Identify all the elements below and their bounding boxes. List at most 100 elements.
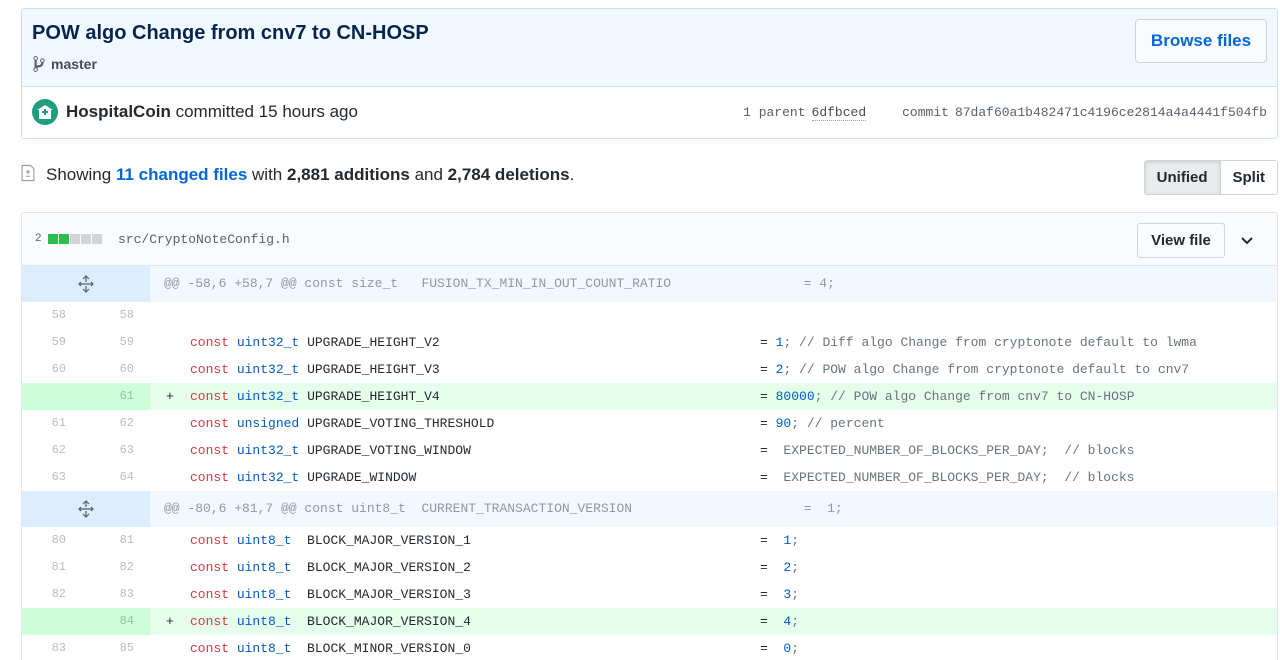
code-line: const uint32_t UPGRADE_HEIGHT_V3 = 2; // … — [150, 356, 1277, 383]
chevron-down-icon[interactable] — [1239, 232, 1255, 248]
code-line — [150, 302, 1277, 329]
code-keyword: const — [190, 335, 230, 350]
branch-name: master — [51, 56, 97, 72]
unfold-icon — [78, 275, 94, 293]
old-line-number[interactable]: 61 — [22, 410, 86, 437]
code-type: uint8_t — [236, 614, 292, 629]
code-identifier: BLOCK_MAJOR_VERSION_4 — [299, 614, 471, 629]
view-file-button[interactable]: View file — [1137, 223, 1225, 258]
code-comment: ; — [791, 641, 800, 656]
browse-files-button[interactable]: Browse files — [1135, 19, 1267, 63]
new-line-number[interactable]: 64 — [86, 464, 150, 491]
new-line-number[interactable]: 82 — [86, 554, 150, 581]
parent-sha-link[interactable]: 6dfbced — [811, 105, 867, 121]
code-identifier: UPGRADE_HEIGHT_V4 — [307, 389, 440, 404]
code-line: const uint8_t BLOCK_MAJOR_VERSION_1 = 1; — [150, 527, 1277, 554]
old-line-number[interactable]: 59 — [22, 329, 86, 356]
parent-label: 1 parent — [743, 105, 806, 120]
code-keyword: const — [190, 362, 230, 377]
author-link[interactable]: HospitalCoin — [66, 102, 171, 121]
context-line: 60 60 const uint32_t UPGRADE_HEIGHT_V3 = 2;… — [22, 356, 1277, 383]
code-assign: = EXPECTED_NUMBER_OF_BLOCKS_PER_DAY; // … — [760, 437, 1134, 464]
new-line-number[interactable]: 58 — [86, 302, 150, 329]
old-line-number[interactable] — [22, 608, 86, 635]
code-value: 0 — [775, 641, 792, 656]
file-path[interactable]: src/CryptoNoteConfig.h — [118, 232, 290, 247]
code-assign: = 4; — [760, 608, 799, 635]
code-identifier: UPGRADE_HEIGHT_V3 — [307, 362, 440, 377]
code-equals: = — [760, 470, 768, 485]
code-keyword: const — [190, 389, 230, 404]
old-line-number[interactable]: 80 — [22, 527, 86, 554]
commit-label: commit — [902, 105, 949, 120]
summary-and: and — [414, 165, 443, 184]
old-line-number[interactable]: 58 — [22, 302, 86, 329]
new-line-number[interactable]: 60 — [86, 356, 150, 383]
code-assign — [760, 302, 768, 329]
code-identifier: UPGRADE_HEIGHT_V2 — [307, 335, 440, 350]
old-line-number[interactable]: 60 — [22, 356, 86, 383]
new-line-number[interactable]: 81 — [86, 527, 150, 554]
commit-time: committed 15 hours ago — [175, 102, 358, 121]
code-assign: = 3; — [760, 581, 799, 608]
code-comment: ; // POW algo Change from cnv7 to CN-HOS… — [814, 389, 1135, 404]
code-equals: = — [760, 443, 768, 458]
new-line-number[interactable]: 85 — [86, 635, 150, 660]
summary-showing: Showing — [46, 165, 112, 184]
code-equals: = — [760, 614, 768, 629]
changed-files-link[interactable]: 11 changed files — [116, 165, 247, 184]
diff-summary-bar: Showing 11 changed files with 2,881 addi… — [21, 160, 1278, 195]
context-line: 63 64 const uint32_t UPGRADE_WINDOW = EXPEC… — [22, 464, 1277, 491]
expand-button[interactable] — [22, 491, 150, 527]
code-value: 90 — [775, 416, 792, 431]
context-line: 62 63 const uint32_t UPGRADE_VOTING_WINDOW… — [22, 437, 1277, 464]
old-line-number[interactable]: 62 — [22, 437, 86, 464]
code-keyword: const — [190, 641, 230, 656]
code-keyword: const — [190, 560, 230, 575]
context-line: 80 81 const uint8_t BLOCK_MAJOR_VERSION_1 =… — [22, 527, 1277, 554]
code-type: uint32_t — [236, 389, 300, 404]
added-line: 61 + const uint32_t UPGRADE_HEIGHT_V4 = 800… — [22, 383, 1277, 410]
old-line-number[interactable]: 83 — [22, 635, 86, 660]
split-button[interactable]: Split — [1220, 160, 1278, 195]
avatar[interactable] — [32, 99, 58, 125]
code-assign: = 90; // percent — [760, 410, 885, 437]
code-identifier: BLOCK_MINOR_VERSION_0 — [299, 641, 471, 656]
diff-summary-text: Showing 11 changed files with 2,881 addi… — [46, 165, 574, 185]
code-value: 80000 — [775, 389, 815, 404]
unified-button[interactable]: Unified — [1143, 160, 1221, 195]
deletions-count: 2,784 deletions — [447, 165, 570, 184]
new-line-number[interactable]: 59 — [86, 329, 150, 356]
git-branch-icon — [33, 56, 45, 72]
code-line: const uint32_t UPGRADE_VOTING_WINDOW = EX… — [150, 437, 1277, 464]
new-line-number[interactable]: 84 — [86, 608, 150, 635]
commit-header: POW algo Change from cnv7 to CN-HOSP mas… — [21, 8, 1278, 139]
file-diff-icon — [21, 164, 35, 182]
hunk-header: @@ -58,6 +58,7 @@ const size_t FUSION_TX… — [22, 266, 1277, 302]
code-identifier: BLOCK_MAJOR_VERSION_1 — [299, 533, 471, 548]
hunk-header: @@ -80,6 +81,7 @@ const uint8_t CURRENT_… — [22, 491, 1277, 527]
old-line-number[interactable]: 82 — [22, 581, 86, 608]
old-line-number[interactable] — [22, 383, 86, 410]
new-line-number[interactable]: 63 — [86, 437, 150, 464]
code-type: uint8_t — [236, 560, 292, 575]
diff-table: @@ -58,6 +58,7 @@ const size_t FUSION_TX… — [22, 266, 1277, 660]
expand-button[interactable] — [22, 266, 150, 302]
code-comment: ; // Diff algo Change from cryptonote de… — [783, 335, 1197, 350]
context-line: 82 83 const uint8_t BLOCK_MAJOR_VERSION_3 =… — [22, 581, 1277, 608]
code-line: + const uint8_t BLOCK_MAJOR_VERSION_4 = 4; — [150, 608, 1277, 635]
commit-meta: HospitalCoin committed 15 hours ago 1 pa… — [22, 87, 1277, 138]
new-line-number[interactable]: 61 — [86, 383, 150, 410]
file-diff: 2 src/CryptoNoteConfig.h View file @@ -5… — [21, 212, 1278, 660]
commit-title-bar: POW algo Change from cnv7 to CN-HOSP mas… — [22, 9, 1277, 87]
code-comment: ; — [791, 587, 800, 602]
code-keyword: const — [190, 443, 230, 458]
branch-label[interactable]: master — [32, 55, 97, 73]
new-line-number[interactable]: 62 — [86, 410, 150, 437]
old-line-number[interactable]: 63 — [22, 464, 86, 491]
code-line: const uint8_t BLOCK_MINOR_VERSION_0 = 0; — [150, 635, 1277, 660]
old-line-number[interactable]: 81 — [22, 554, 86, 581]
code-type: uint32_t — [236, 362, 300, 377]
new-line-number[interactable]: 83 — [86, 581, 150, 608]
diff-stat: 2 — [35, 233, 102, 245]
